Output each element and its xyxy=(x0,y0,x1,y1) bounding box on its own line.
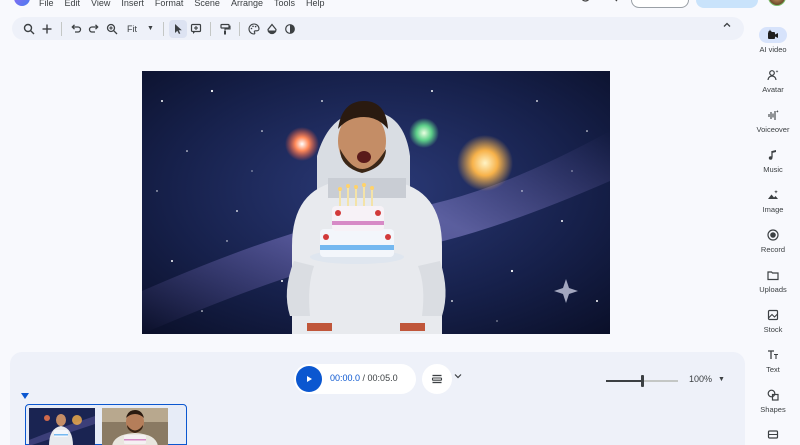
paint-format-icon[interactable] xyxy=(216,20,234,38)
scene-thumbnail-1[interactable] xyxy=(29,408,95,445)
timeline-zoom-value: 100% xyxy=(689,374,713,384)
zoom-track xyxy=(642,380,678,382)
toolbar-divider xyxy=(238,21,240,36)
panel-ai-video[interactable]: AI video xyxy=(750,22,796,58)
panel-avatar[interactable]: Avatar xyxy=(750,62,796,98)
comments-icon[interactable] xyxy=(606,0,618,6)
voiceover-icon xyxy=(762,107,784,123)
zoom-slider-thumb[interactable] xyxy=(641,375,644,387)
plus-icon[interactable] xyxy=(38,20,56,38)
toolbar-divider xyxy=(61,21,62,36)
panel-voiceover[interactable]: Voiceover xyxy=(750,102,796,138)
stroke-icon[interactable] xyxy=(281,20,299,38)
menu-bar: File Edit View Insert Format Scene Arran… xyxy=(0,0,800,12)
timeline-zoom-slider[interactable] xyxy=(606,375,678,387)
zoom-icon[interactable] xyxy=(103,20,121,38)
uploads-icon xyxy=(762,267,784,283)
share-button[interactable] xyxy=(631,0,689,8)
stock-icon xyxy=(762,307,784,323)
panel-label: Stock xyxy=(763,324,783,334)
panel-record[interactable]: Record xyxy=(750,222,796,258)
right-panel: AI video Avatar Voiceover Music Image Re… xyxy=(745,17,800,445)
panel-label: Text xyxy=(766,364,780,374)
zoom-track-fill xyxy=(606,380,642,382)
app-logo[interactable] xyxy=(14,0,30,6)
current-time: 00:00.0 xyxy=(330,373,361,383)
panel-music[interactable]: Music xyxy=(750,142,796,178)
captions-button[interactable] xyxy=(422,364,452,394)
redo-icon[interactable] xyxy=(85,20,103,38)
music-icon xyxy=(762,147,784,163)
zoom-select[interactable]: Fit ▼ xyxy=(121,24,158,34)
chevron-down-icon: ▼ xyxy=(147,25,154,32)
menu-file[interactable]: File xyxy=(39,0,54,9)
ai-video-icon xyxy=(759,26,787,43)
captions-icon xyxy=(431,374,443,384)
palette-icon[interactable] xyxy=(245,20,263,38)
panel-image[interactable]: Image xyxy=(750,182,796,218)
menu-items: File Edit View Insert Format Scene Arran… xyxy=(39,0,325,9)
chevron-down-icon[interactable]: ▼ xyxy=(718,376,725,383)
publish-button[interactable] xyxy=(696,0,758,8)
astronaut-birthday-scene xyxy=(142,71,610,334)
panel-label: Record xyxy=(760,244,786,254)
menu-arrange[interactable]: Arrange xyxy=(231,0,263,9)
panel-stock[interactable]: Stock xyxy=(750,302,796,338)
undo-icon[interactable] xyxy=(67,20,85,38)
menu-help[interactable]: Help xyxy=(306,0,325,9)
panel-more[interactable] xyxy=(750,422,796,445)
time-separator: / xyxy=(360,373,368,383)
avatar-icon xyxy=(762,67,784,83)
astronaut-thumbnail xyxy=(29,408,95,445)
timeline-panel: 00:00.0 / 00:05.0 100% ▼ xyxy=(10,352,745,445)
image-icon xyxy=(762,187,784,203)
toolbar: Fit ▼ xyxy=(12,17,744,40)
playback-controls: 00:00.0 / 00:05.0 xyxy=(294,364,416,394)
panel-shapes[interactable]: Shapes xyxy=(750,382,796,418)
toolbar-divider xyxy=(209,21,211,36)
menu-view[interactable]: View xyxy=(91,0,110,9)
menu-scene[interactable]: Scene xyxy=(194,0,220,9)
time-display: 00:00.0 / 00:05.0 xyxy=(330,373,398,383)
scene-canvas[interactable] xyxy=(142,71,610,334)
collapse-toolbar-icon[interactable] xyxy=(722,20,732,33)
record-icon xyxy=(762,227,784,243)
menu-tools[interactable]: Tools xyxy=(274,0,295,9)
fill-icon[interactable] xyxy=(263,20,281,38)
menu-insert[interactable]: Insert xyxy=(121,0,144,9)
panel-label: Voiceover xyxy=(756,124,790,134)
total-time: 00:05.0 xyxy=(367,373,398,383)
panel-text[interactable]: Text xyxy=(750,342,796,378)
firework-red xyxy=(285,127,319,161)
zoom-select-value: Fit xyxy=(127,23,137,34)
search-icon[interactable] xyxy=(20,20,38,38)
shapes-icon xyxy=(762,387,784,403)
grid-icon xyxy=(762,426,784,442)
play-icon xyxy=(307,376,312,382)
comment-icon[interactable] xyxy=(187,20,205,38)
menu-edit[interactable]: Edit xyxy=(65,0,81,9)
play-button[interactable] xyxy=(296,366,322,392)
panel-label: Uploads xyxy=(759,284,787,294)
history-icon[interactable] xyxy=(580,0,592,6)
firework-gold xyxy=(457,135,513,191)
panel-label: Shapes xyxy=(760,404,786,414)
text-icon xyxy=(762,347,784,363)
menu-format[interactable]: Format xyxy=(155,0,184,9)
scene-strip xyxy=(25,404,187,445)
panel-label: AI video xyxy=(759,44,787,54)
chevron-down-icon[interactable] xyxy=(454,372,462,381)
canvas-area xyxy=(0,40,745,352)
playhead-marker[interactable] xyxy=(21,393,29,399)
scene-thumbnail-2[interactable] xyxy=(102,408,168,445)
select-icon[interactable] xyxy=(168,19,187,38)
panel-label: Image xyxy=(762,204,784,214)
toolbar-divider xyxy=(162,21,164,36)
man-with-cake-thumbnail xyxy=(102,408,168,445)
panel-uploads[interactable]: Uploads xyxy=(750,262,796,298)
profile-avatar[interactable] xyxy=(768,0,786,6)
panel-label: Music xyxy=(763,164,783,174)
panel-label: Avatar xyxy=(762,84,784,94)
firework-green xyxy=(409,118,439,148)
